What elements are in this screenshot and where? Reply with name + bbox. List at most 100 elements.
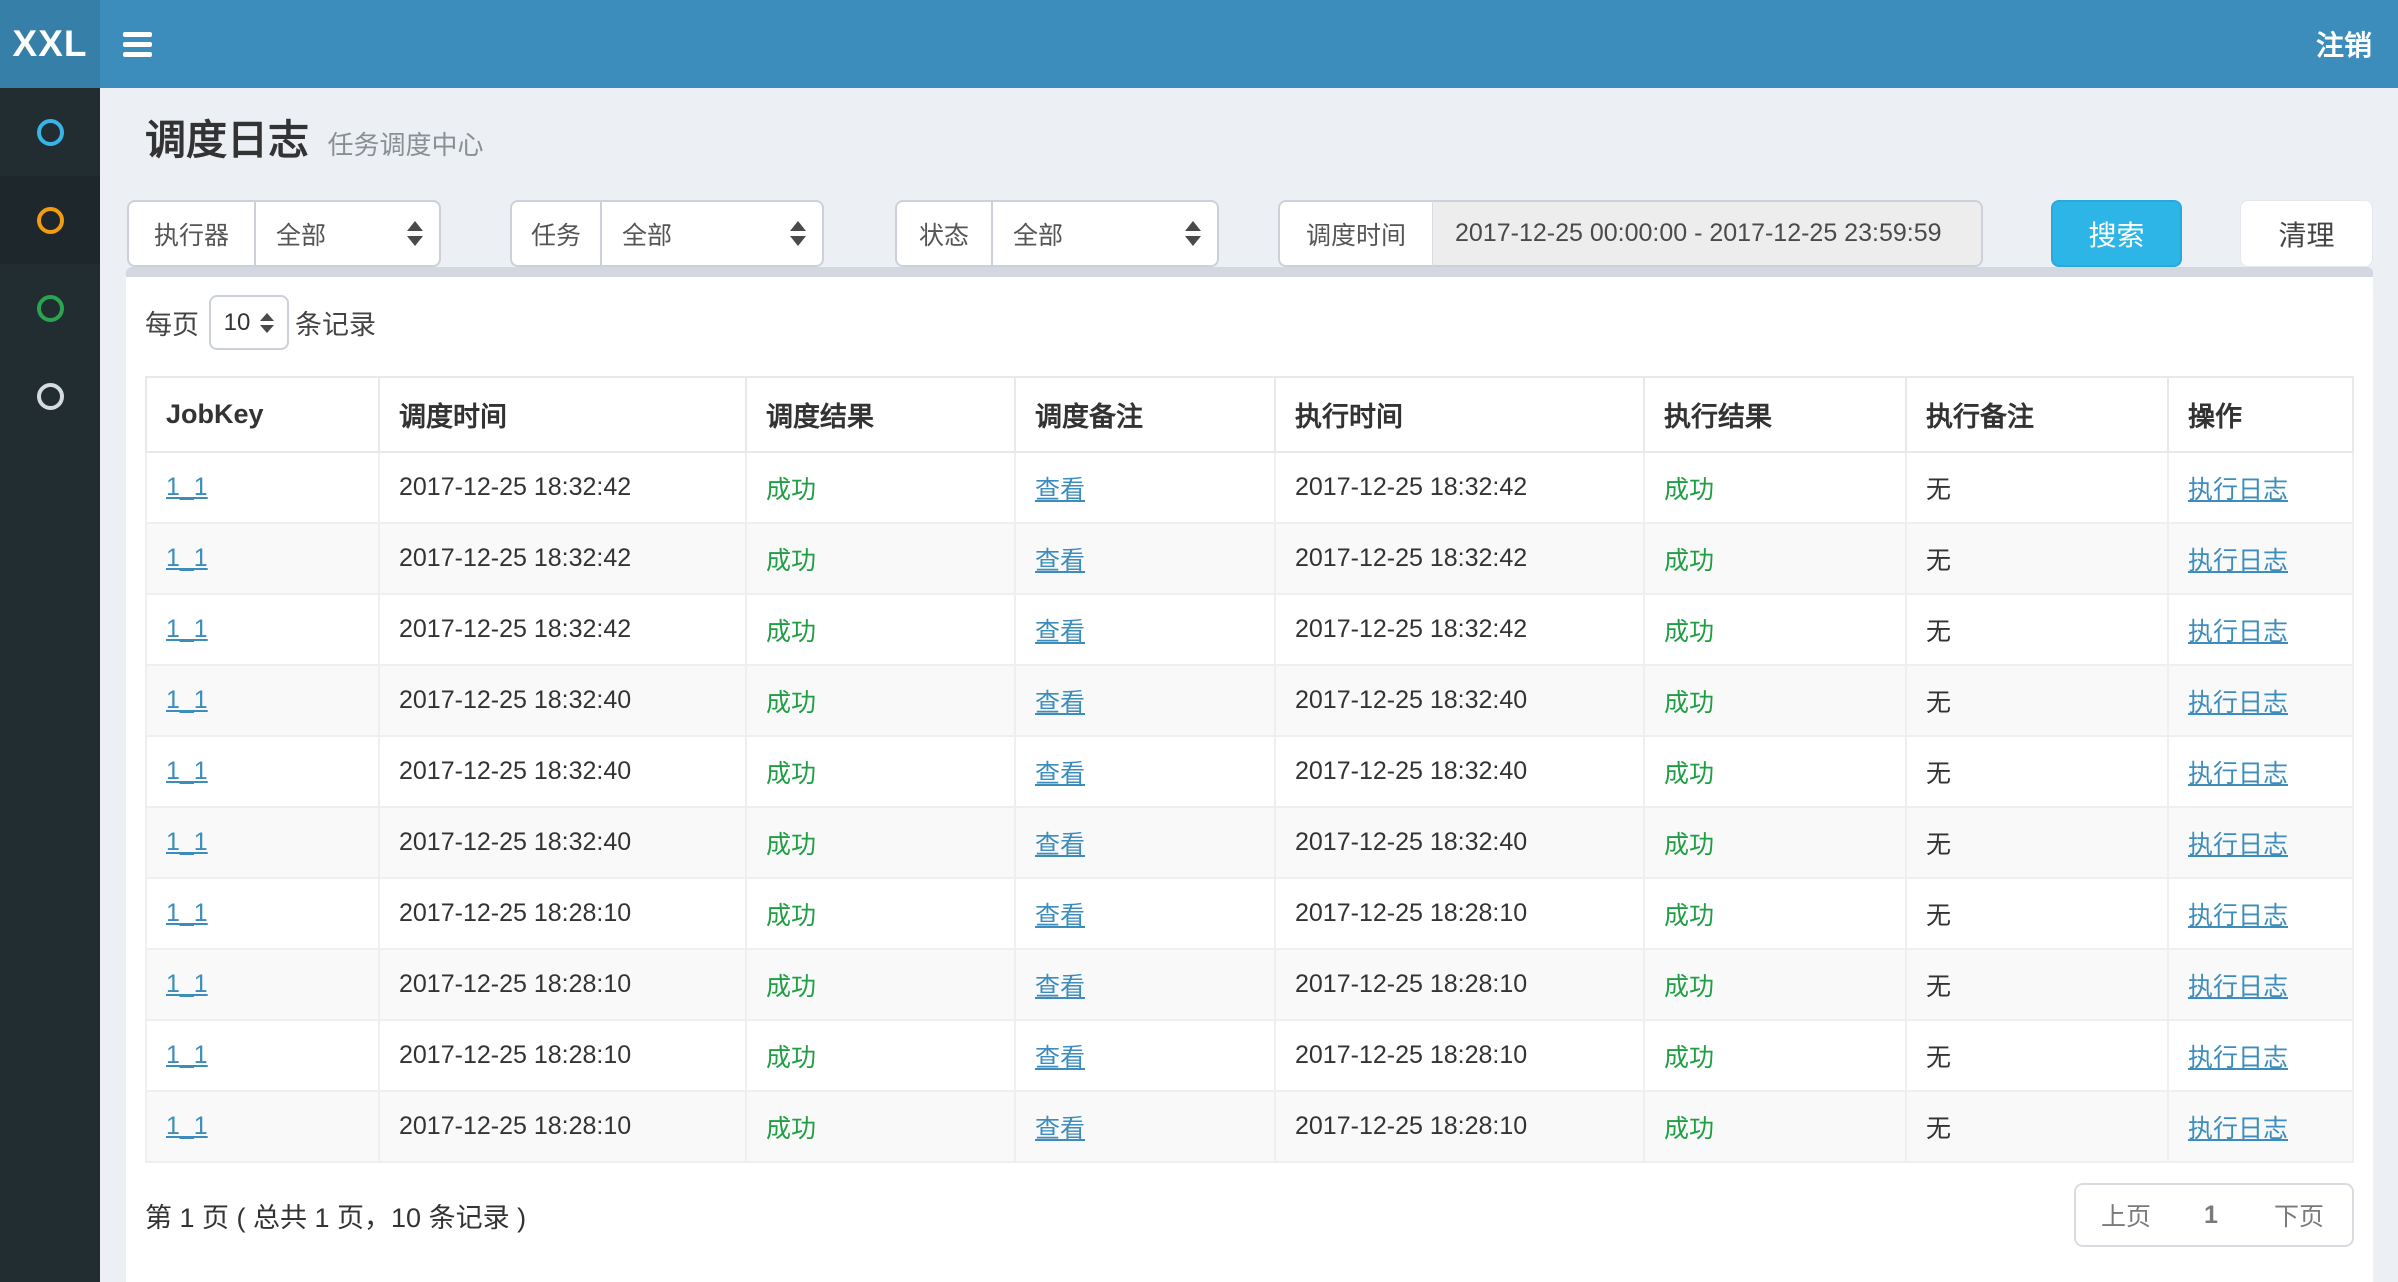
table-row: 1_1 2017-12-25 18:32:40 成功 查看 2017-12-25… — [146, 807, 2353, 878]
exec-result: 成功 — [1664, 547, 1714, 575]
trigger-result: 成功 — [766, 618, 816, 646]
app-logo[interactable]: XXL — [0, 0, 100, 88]
sidebar-nav — [0, 88, 100, 1282]
executor-filter-select[interactable]: 全部 — [254, 200, 441, 267]
exec-log-link[interactable]: 执行日志 — [2188, 547, 2288, 575]
trigger-msg-link[interactable]: 查看 — [1035, 973, 1085, 1001]
exec-time: 2017-12-25 18:28:10 — [1295, 970, 1527, 998]
trigger-msg-link[interactable]: 查看 — [1035, 1044, 1085, 1072]
select-stepper-icon — [407, 221, 423, 246]
exec-log-link[interactable]: 执行日志 — [2188, 1115, 2288, 1143]
circle-icon — [37, 119, 64, 146]
exec-result: 成功 — [1664, 902, 1714, 930]
exec-time: 2017-12-25 18:32:42 — [1295, 615, 1527, 643]
jobkey-link[interactable]: 1_1 — [166, 544, 208, 572]
trigger-result: 成功 — [766, 689, 816, 717]
sidebar-item[interactable] — [0, 352, 100, 440]
table-header-cell: 执行结果 — [1644, 377, 1906, 452]
table-header-cell: 操作 — [2168, 377, 2353, 452]
exec-msg: 无 — [1926, 760, 1951, 788]
jobkey-link[interactable]: 1_1 — [166, 686, 208, 714]
jobkey-link[interactable]: 1_1 — [166, 615, 208, 643]
table-row: 1_1 2017-12-25 18:32:42 成功 查看 2017-12-25… — [146, 594, 2353, 665]
exec-result: 成功 — [1664, 831, 1714, 859]
job-filter-select[interactable]: 全部 — [600, 200, 824, 267]
search-button[interactable]: 搜索 — [2051, 200, 2182, 267]
clean-button[interactable]: 清理 — [2240, 200, 2373, 267]
job-filter-value: 全部 — [622, 216, 672, 252]
page-subtitle: 任务调度中心 — [327, 130, 483, 160]
pagesize-prefix: 每页 — [145, 303, 199, 342]
executor-filter-label: 执行器 — [127, 200, 254, 267]
trigger-msg-link[interactable]: 查看 — [1035, 547, 1085, 575]
exec-log-link[interactable]: 执行日志 — [2188, 902, 2288, 930]
exec-log-link[interactable]: 执行日志 — [2188, 618, 2288, 646]
exec-msg: 无 — [1926, 618, 1951, 646]
prev-page-button[interactable]: 上页 — [2076, 1185, 2176, 1245]
table-row: 1_1 2017-12-25 18:32:42 成功 查看 2017-12-25… — [146, 523, 2353, 594]
exec-time: 2017-12-25 18:28:10 — [1295, 1041, 1527, 1069]
filter-toolbar: 执行器 全部 任务 全部 状态 全部 调度时间 2017-12-25 00:00… — [127, 200, 2373, 267]
exec-msg: 无 — [1926, 689, 1951, 717]
sidebar-toggle-button[interactable] — [123, 0, 169, 88]
exec-msg: 无 — [1926, 1044, 1951, 1072]
jobkey-link[interactable]: 1_1 — [166, 828, 208, 856]
trigger-msg-link[interactable]: 查看 — [1035, 476, 1085, 504]
status-filter-label: 状态 — [895, 200, 991, 267]
jobkey-link[interactable]: 1_1 — [166, 970, 208, 998]
sidebar-item[interactable] — [0, 264, 100, 352]
table-row: 1_1 2017-12-25 18:28:10 成功 查看 2017-12-25… — [146, 1020, 2353, 1091]
status-filter-value: 全部 — [1013, 216, 1063, 252]
table-header-cell: 调度结果 — [746, 377, 1015, 452]
trigger-time: 2017-12-25 18:28:10 — [399, 1041, 631, 1069]
exec-result: 成功 — [1664, 476, 1714, 504]
trigger-time: 2017-12-25 18:32:42 — [399, 615, 631, 643]
trigger-msg-link[interactable]: 查看 — [1035, 760, 1085, 788]
time-range-label: 调度时间 — [1278, 200, 1432, 267]
status-filter-select[interactable]: 全部 — [991, 200, 1219, 267]
exec-time: 2017-12-25 18:32:40 — [1295, 686, 1527, 714]
trigger-msg-link[interactable]: 查看 — [1035, 689, 1085, 717]
jobkey-link[interactable]: 1_1 — [166, 899, 208, 927]
trigger-time: 2017-12-25 18:28:10 — [399, 970, 631, 998]
table-row: 1_1 2017-12-25 18:32:42 成功 查看 2017-12-25… — [146, 452, 2353, 523]
top-navbar: XXL 注销 — [0, 0, 2398, 88]
trigger-time: 2017-12-25 18:28:10 — [399, 899, 631, 927]
current-page-button[interactable]: 1 — [2176, 1185, 2246, 1245]
trigger-result: 成功 — [766, 973, 816, 1001]
logout-link[interactable]: 注销 — [2316, 24, 2372, 64]
exec-log-link[interactable]: 执行日志 — [2188, 973, 2288, 1001]
exec-time: 2017-12-25 18:32:40 — [1295, 757, 1527, 785]
time-range-input[interactable]: 2017-12-25 00:00:00 - 2017-12-25 23:59:5… — [1432, 200, 1983, 267]
exec-log-link[interactable]: 执行日志 — [2188, 476, 2288, 504]
exec-msg: 无 — [1926, 476, 1951, 504]
exec-log-link[interactable]: 执行日志 — [2188, 1044, 2288, 1072]
table-row: 1_1 2017-12-25 18:32:40 成功 查看 2017-12-25… — [146, 736, 2353, 807]
page-header: 调度日志 任务调度中心 — [145, 106, 483, 166]
exec-log-link[interactable]: 执行日志 — [2188, 689, 2288, 717]
exec-result: 成功 — [1664, 689, 1714, 717]
jobkey-link[interactable]: 1_1 — [166, 473, 208, 501]
trigger-msg-link[interactable]: 查看 — [1035, 618, 1085, 646]
exec-msg: 无 — [1926, 1115, 1951, 1143]
jobkey-link[interactable]: 1_1 — [166, 1041, 208, 1069]
trigger-time: 2017-12-25 18:32:42 — [399, 473, 631, 501]
pagesize-suffix: 条记录 — [295, 303, 376, 342]
exec-log-link[interactable]: 执行日志 — [2188, 831, 2288, 859]
jobkey-link[interactable]: 1_1 — [166, 757, 208, 785]
exec-time: 2017-12-25 18:32:40 — [1295, 828, 1527, 856]
next-page-button[interactable]: 下页 — [2246, 1185, 2352, 1245]
trigger-msg-link[interactable]: 查看 — [1035, 1115, 1085, 1143]
exec-msg: 无 — [1926, 973, 1951, 1001]
table-header-cell: 执行时间 — [1275, 377, 1644, 452]
exec-log-link[interactable]: 执行日志 — [2188, 760, 2288, 788]
trigger-msg-link[interactable]: 查看 — [1035, 902, 1085, 930]
trigger-msg-link[interactable]: 查看 — [1035, 831, 1085, 859]
sidebar-item[interactable] — [0, 88, 100, 176]
pagesize-value: 10 — [224, 309, 251, 337]
jobkey-link[interactable]: 1_1 — [166, 1112, 208, 1140]
pagesize-select[interactable]: 10 — [209, 295, 289, 350]
exec-result: 成功 — [1664, 618, 1714, 646]
exec-msg: 无 — [1926, 831, 1951, 859]
sidebar-item[interactable] — [0, 176, 100, 264]
